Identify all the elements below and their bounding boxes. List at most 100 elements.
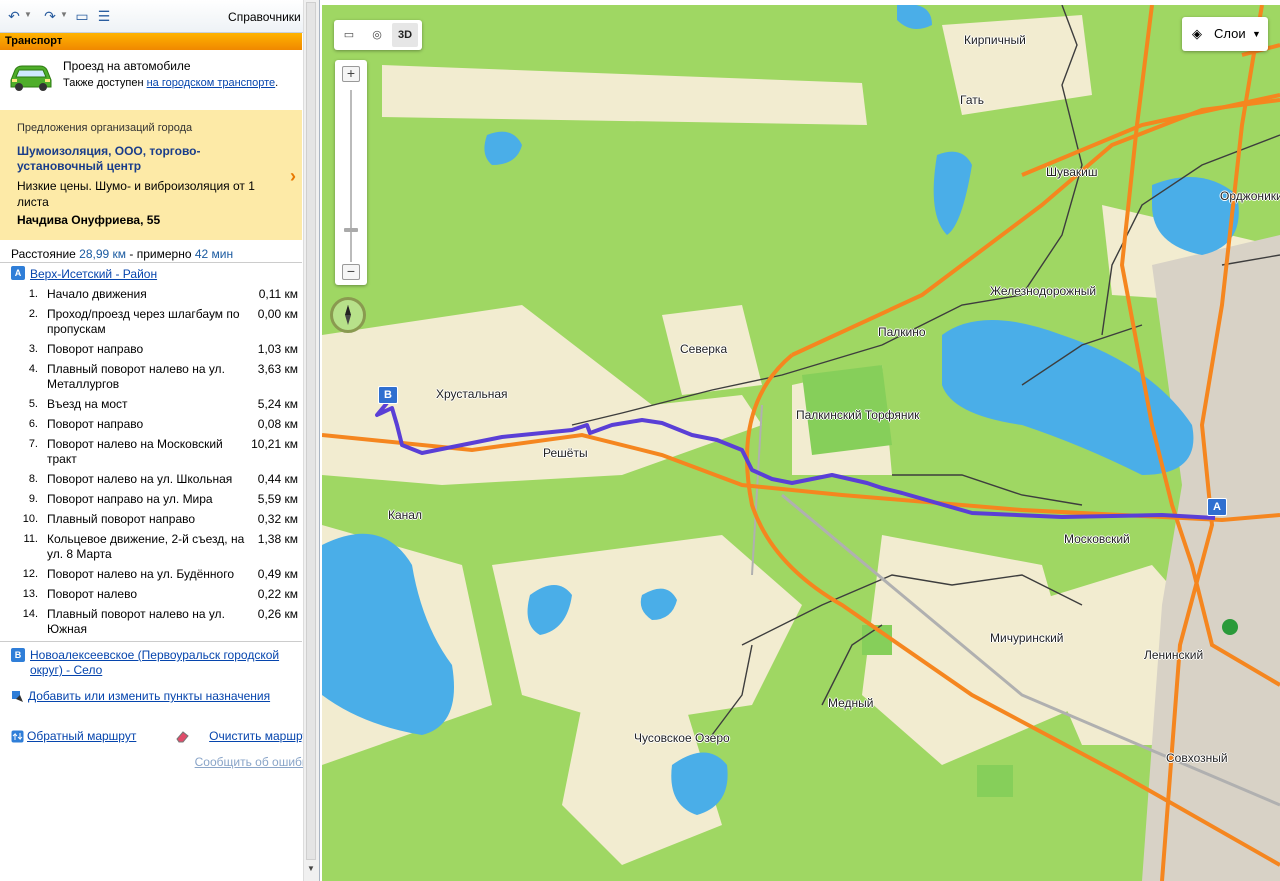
route-step[interactable]: 14. Плавный поворот налево на ул. Южная 0,…	[0, 607, 302, 642]
route-step[interactable]: 9. Поворот направо на ул. Мира 5,59 км	[0, 492, 302, 512]
route-step[interactable]: 13. Поворот налево 0,22 км	[0, 587, 302, 607]
back-dropdown-icon[interactable]: ▼	[24, 10, 32, 19]
map-label-palkino: Палкино	[878, 325, 926, 339]
ad-text: Низкие цены. Шумо- и виброизоляция от 1 …	[17, 179, 255, 209]
directory-menu[interactable]: Справочники ▼	[228, 10, 312, 24]
route-step-number: 5.	[28, 398, 38, 410]
route-step-text: Плавный поворот налево на ул. Южная	[47, 607, 225, 636]
compass-needle-icon	[345, 305, 351, 325]
compass-icon[interactable]	[330, 297, 366, 333]
route-step[interactable]: 10. Плавный поворот направо 0,32 км	[0, 512, 302, 532]
scroll-down-icon[interactable]: ▼	[307, 864, 315, 873]
route-step[interactable]: 2. Проход/проезд через шлагбаум по пропус…	[0, 307, 302, 342]
route-step-number: 9.	[28, 493, 38, 505]
route-step-distance: 5,24 км	[257, 397, 298, 411]
add-destination-link[interactable]: Добавить или изменить пункты назначения	[28, 689, 270, 703]
mode-subtitle: Также доступен на городском транспорте.	[63, 77, 278, 89]
map-label-palkinsky: Палкинский Торфяник	[796, 408, 920, 422]
route-step-text: Плавный поворот налево на ул. Металлурго…	[47, 362, 225, 391]
route-steps: 1. Начало движения 0,11 км 2. Проход/проезд …	[0, 287, 302, 642]
route-step-distance: 0,08 км	[257, 417, 298, 431]
zoom-in-button[interactable]: +	[342, 66, 360, 82]
route-step[interactable]: 5. Въезд на мост 5,24 км	[0, 397, 302, 417]
route-step-distance: 0,22 км	[257, 587, 298, 601]
shop-icon[interactable]	[1222, 619, 1238, 635]
ad-caption: Предложения организаций города	[17, 122, 193, 134]
route-step-text: Поворот налево на ул. Школьная	[47, 472, 233, 486]
map-label-reshety: Решёты	[543, 446, 588, 460]
panel-scrollbar[interactable]: ▼	[303, 0, 319, 881]
route-step[interactable]: 12. Поворот налево на ул. Будённого 0,49 к…	[0, 567, 302, 587]
route-step[interactable]: 3. Поворот направо 1,03 км	[0, 342, 302, 362]
route-step[interactable]: 4. Плавный поворот налево на ул. Металлур…	[0, 362, 302, 397]
about-label: - примерно	[129, 247, 192, 261]
forward-dropdown-icon[interactable]: ▼	[60, 10, 68, 19]
map-label-shuvakish: Шувакиш	[1046, 165, 1098, 179]
forward-icon[interactable]: ↷	[42, 8, 58, 24]
chevron-down-icon: ▼	[1252, 29, 1261, 39]
public-transport-link[interactable]: на городском транспорте	[147, 77, 276, 89]
route-step-text: Начало движения	[47, 287, 147, 301]
back-icon[interactable]: ↶	[6, 8, 22, 24]
ad-address: Начдива Онуфриева, 55	[17, 213, 161, 227]
reverse-route-link[interactable]: Обратный маршрут	[27, 729, 136, 743]
route-step[interactable]: 11. Кольцевое движение, 2-й съезд, на ул.…	[0, 532, 302, 567]
print-icon[interactable]: ▭	[74, 8, 90, 24]
chevron-right-icon[interactable]: ›	[290, 166, 296, 187]
map-label-severka: Северка	[680, 342, 728, 356]
directions-panel: ↶ ▼ ↷ ▼ ▭ ☰ Справочники ▼ Транспорт Прое…	[0, 0, 320, 881]
route-step-text: Проход/проезд через шлагбаум по пропуска…	[47, 307, 240, 336]
map-label-ordzhonikidze: Орджоники	[1220, 189, 1280, 203]
scroll-thumb[interactable]	[306, 2, 316, 860]
route-step-distance: 1,38 км	[257, 532, 298, 546]
route-end-marker-icon[interactable]: B	[378, 386, 398, 404]
route-step-text: Поворот направо на ул. Мира	[47, 492, 213, 506]
ad-title[interactable]: Шумоизоляция, ООО, торгово-установочный …	[17, 144, 227, 174]
distance-label: Расстояние	[11, 247, 76, 261]
traffic-icon[interactable]: ◎	[364, 23, 390, 47]
map-label-kirpichny: Кирпичный	[964, 33, 1026, 47]
map-label-khrustalnaya: Хрустальная	[436, 387, 508, 401]
report-error-link[interactable]: Сообщить об ошибке	[195, 755, 314, 769]
clear-route-link[interactable]: Очистить маршрут	[209, 729, 314, 743]
route-start-marker-icon[interactable]: A	[1207, 498, 1227, 516]
map-label-sovkhozny: Совхозный	[1166, 751, 1228, 765]
route-step[interactable]: 8. Поворот налево на ул. Школьная 0,44 км	[0, 472, 302, 492]
start-point-link[interactable]: Верх-Исетский - Район	[30, 267, 157, 281]
zoom-slider[interactable]	[350, 90, 352, 262]
also-end: .	[275, 77, 279, 89]
route-step-number: 12.	[22, 568, 38, 580]
route-step-distance: 0,49 км	[257, 567, 298, 581]
zoom-control: + −	[335, 60, 367, 285]
route-step-number: 14.	[22, 608, 38, 620]
route-step[interactable]: 1. Начало движения 0,11 км	[0, 287, 302, 307]
route-summary: Расстояние 28,99 км - примерно 42 мин	[11, 247, 233, 261]
ruler-icon[interactable]: ▭	[336, 23, 362, 47]
map-label-michurinsky: Мичуринский	[990, 631, 1064, 645]
distance-value: 28,99 км	[79, 247, 127, 261]
toolbar: ↶ ▼ ↷ ▼ ▭ ☰ Справочники ▼	[0, 0, 318, 33]
layers-label: Слои	[1214, 26, 1246, 41]
reverse-route-icon	[11, 730, 24, 743]
zoom-out-button[interactable]: −	[342, 264, 360, 280]
map-canvas[interactable]	[322, 5, 1280, 881]
route-step-distance: 0,11 км	[258, 287, 298, 301]
map-label-kanal: Канал	[388, 508, 422, 522]
route-step-text: Въезд на мост	[47, 397, 128, 411]
map-label-moskovsky: Московский	[1064, 532, 1130, 546]
3d-toggle-button[interactable]: 3D	[392, 23, 418, 47]
list-icon[interactable]: ☰	[96, 8, 112, 24]
transport-mode: Проезд на автомобиле Также доступен на г…	[0, 51, 302, 109]
end-point-link[interactable]: Новоалексеевское (Первоуральск городской…	[30, 648, 295, 678]
layers-button[interactable]: ◈ Слои ▼	[1182, 17, 1268, 51]
route-step[interactable]: 6. Поворот направо 0,08 км	[0, 417, 302, 437]
map-label-leninsky: Ленинский	[1144, 648, 1204, 662]
route-step[interactable]: 7. Поворот налево на Московский тракт 10,2…	[0, 437, 302, 472]
map-view[interactable]: Кирпичный Гать Шувакиш Орджоники Железно…	[322, 5, 1280, 881]
route-step-text: Поворот налево	[47, 587, 138, 601]
route-step-text: Кольцевое движение, 2-й съезд, на ул. 8 …	[47, 532, 245, 561]
start-pin-icon: A	[11, 266, 25, 280]
zoom-slider-handle[interactable]	[344, 228, 358, 232]
route-step-number: 1.	[28, 288, 38, 300]
ad-block[interactable]: Предложения организаций города Шумоизоля…	[0, 110, 302, 240]
